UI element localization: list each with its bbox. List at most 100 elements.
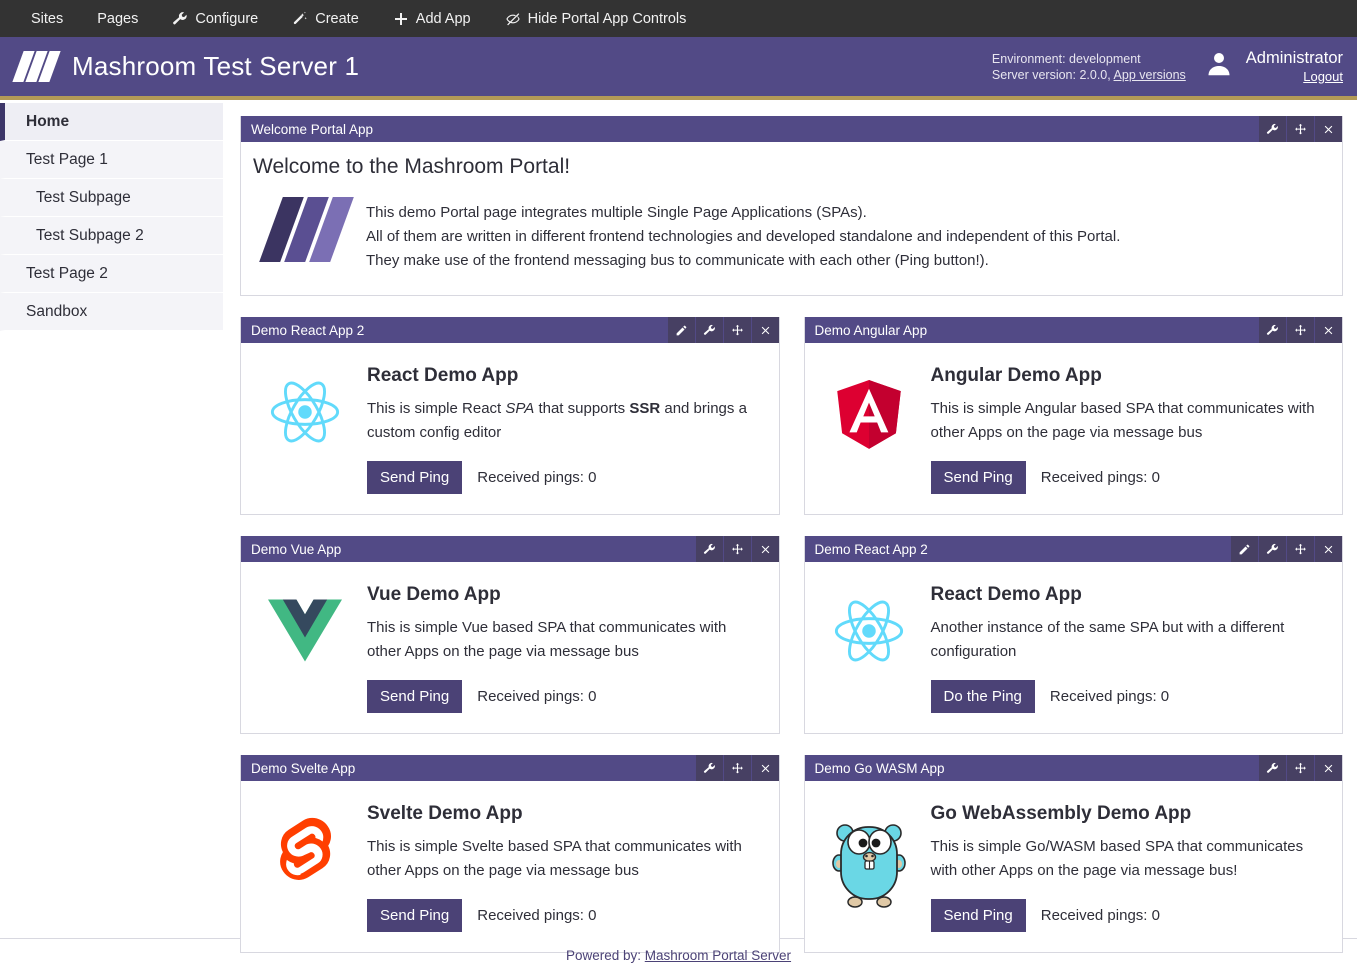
received-pings-label: Received pings: 0	[477, 469, 597, 486]
app-window-welcome: Welcome Portal App Welcome to the Mashro…	[240, 116, 1343, 296]
app-card-actions: Send Ping Received pings: 0	[930, 899, 1325, 932]
wrench-icon	[172, 11, 188, 27]
server-info: Environment: development Server version:…	[992, 51, 1186, 83]
app-card: Angular Demo App This is simple Angular b…	[823, 357, 1325, 496]
toolbar-item-label: Add App	[415, 10, 471, 27]
sidebar-item-sandbox[interactable]: Sandbox	[0, 293, 223, 331]
app-card-title: Vue Demo App	[367, 584, 501, 605]
react-logo-icon	[823, 582, 915, 664]
app-window-controls	[1258, 116, 1342, 142]
app-window-title: Demo React App 2	[814, 541, 928, 557]
eye-slash-icon	[505, 11, 521, 27]
close-icon[interactable]	[751, 317, 779, 343]
app-window-title: Demo React App 2	[251, 322, 365, 338]
app-card-description: Another instance of the same SPA but wit…	[930, 619, 1285, 660]
app-window: Demo Go WASM App Go WebAssembly Demo App T…	[803, 755, 1343, 953]
close-icon[interactable]	[751, 536, 779, 562]
wrench-icon[interactable]	[1259, 116, 1286, 142]
close-icon[interactable]	[1315, 755, 1342, 781]
toolbar-item-pages[interactable]: Pages	[80, 0, 155, 37]
app-card-description: This is simple React SPA that supports S…	[367, 400, 747, 441]
app-cards-grid: Demo React App 2 React Demo App This is si…	[240, 317, 1343, 972]
send-ping-button[interactable]: Send Ping	[930, 461, 1026, 494]
pencil-icon[interactable]	[667, 317, 695, 343]
move-icon[interactable]	[1287, 536, 1314, 562]
portal-header: Mashroom Test Server 1 Environment: deve…	[0, 37, 1357, 100]
app-card-title: Svelte Demo App	[367, 803, 523, 824]
footer-link[interactable]: Mashroom Portal Server	[645, 948, 791, 963]
sidebar-item-test-page-2[interactable]: Test Page 2	[0, 255, 223, 293]
send-ping-button[interactable]: Send Ping	[367, 680, 463, 713]
move-icon[interactable]	[723, 755, 751, 781]
header-right: Environment: development Server version:…	[992, 48, 1343, 86]
received-pings-label: Received pings: 0	[477, 907, 597, 924]
wrench-icon[interactable]	[1259, 536, 1286, 562]
toolbar-item-hide-portal-app-controls[interactable]: Hide Portal App Controls	[488, 0, 704, 37]
app-window: Demo Svelte App Svelte Demo App This is si…	[240, 755, 780, 953]
sidebar-item-label: Test Subpage	[36, 188, 131, 206]
toolbar-item-sites[interactable]: Sites	[14, 0, 80, 37]
app-card-text: Angular Demo App This is simple Angular b…	[930, 363, 1325, 494]
move-icon[interactable]	[1287, 116, 1314, 142]
app-window-controls	[1258, 755, 1342, 781]
app-card-text: Vue Demo App This is simple Vue based SPA…	[367, 582, 761, 713]
toolbar-item-configure[interactable]: Configure	[155, 0, 275, 37]
sidebar-item-test-subpage-2[interactable]: Test Subpage 2	[0, 217, 223, 255]
app-versions-link[interactable]: App versions	[1114, 68, 1186, 82]
move-icon[interactable]	[723, 317, 751, 343]
app-card-text: Svelte Demo App This is simple Svelte bas…	[367, 801, 761, 932]
close-icon[interactable]	[1315, 317, 1342, 343]
welcome-line: All of them are written in different fro…	[366, 228, 1121, 245]
brand: Mashroom Test Server 1	[12, 51, 360, 82]
sidebar-item-label: Test Subpage 2	[36, 226, 144, 244]
wrench-icon[interactable]	[695, 317, 723, 343]
wrench-icon[interactable]	[1259, 317, 1286, 343]
app-window-body: Vue Demo App This is simple Vue based SPA…	[241, 562, 779, 733]
go-gopher-logo-icon	[823, 801, 915, 909]
close-icon[interactable]	[1315, 536, 1342, 562]
close-icon[interactable]	[751, 755, 779, 781]
sidebar-item-home[interactable]: Home	[0, 103, 223, 141]
sidebar-item-label: Sandbox	[26, 302, 88, 320]
sidebar-item-test-subpage[interactable]: Test Subpage	[0, 179, 223, 217]
app-window-header: Welcome Portal App	[241, 116, 1342, 142]
wrench-icon[interactable]	[1259, 755, 1286, 781]
send-ping-button[interactable]: Send Ping	[367, 461, 463, 494]
send-ping-button[interactable]: Do the Ping	[930, 680, 1035, 713]
sidebar: Home Test Page 1 Test Subpage Test Subpage …	[0, 100, 223, 331]
react-logo-icon	[259, 363, 351, 445]
toolbar-item-label: Create	[315, 10, 359, 27]
toolbar-item-label: Sites	[31, 10, 64, 27]
sidebar-item-test-page-1[interactable]: Test Page 1	[0, 141, 223, 179]
pencil-icon[interactable]	[1231, 536, 1258, 562]
app-card-title: Angular Demo App	[930, 365, 1102, 386]
move-icon[interactable]	[723, 536, 751, 562]
version-line: Server version: 2.0.0, App versions	[992, 67, 1186, 83]
received-pings-label: Received pings: 0	[1040, 469, 1160, 486]
received-pings-label: Received pings: 0	[477, 688, 597, 705]
app-card-title: Go WebAssembly Demo App	[930, 803, 1192, 824]
move-icon[interactable]	[1287, 317, 1314, 343]
sidebar-item-label: Home	[26, 112, 70, 130]
environment-line: Environment: development	[991, 51, 1141, 66]
send-ping-button[interactable]: Send Ping	[930, 899, 1026, 932]
app-card-title: React Demo App	[367, 365, 519, 386]
app-window-header: Demo Go WASM App	[804, 755, 1342, 781]
wrench-icon[interactable]	[695, 755, 723, 781]
version-prefix: Server version: 2.0.0,	[991, 67, 1111, 82]
user-name: Administrator	[1245, 48, 1343, 67]
page-title: Mashroom Test Server 1	[72, 51, 360, 81]
user-text: Administrator Logout	[1246, 48, 1343, 86]
close-icon[interactable]	[1315, 116, 1342, 142]
wrench-icon[interactable]	[695, 536, 723, 562]
app-window-title: Demo Angular App	[814, 322, 928, 338]
toolbar-item-create[interactable]: Create	[275, 0, 376, 37]
welcome-line: This demo Portal page integrates multipl…	[366, 204, 867, 221]
logout-link[interactable]: Logout	[1303, 69, 1343, 84]
toolbar-item-label: Configure	[195, 10, 259, 27]
welcome-row: This demo Portal page integrates multipl…	[253, 197, 1322, 273]
move-icon[interactable]	[1287, 755, 1314, 781]
toolbar-item-add-app[interactable]: Add App	[376, 0, 488, 37]
send-ping-button[interactable]: Send Ping	[367, 899, 463, 932]
app-card-description: This is simple Vue based SPA that commun…	[367, 619, 727, 660]
